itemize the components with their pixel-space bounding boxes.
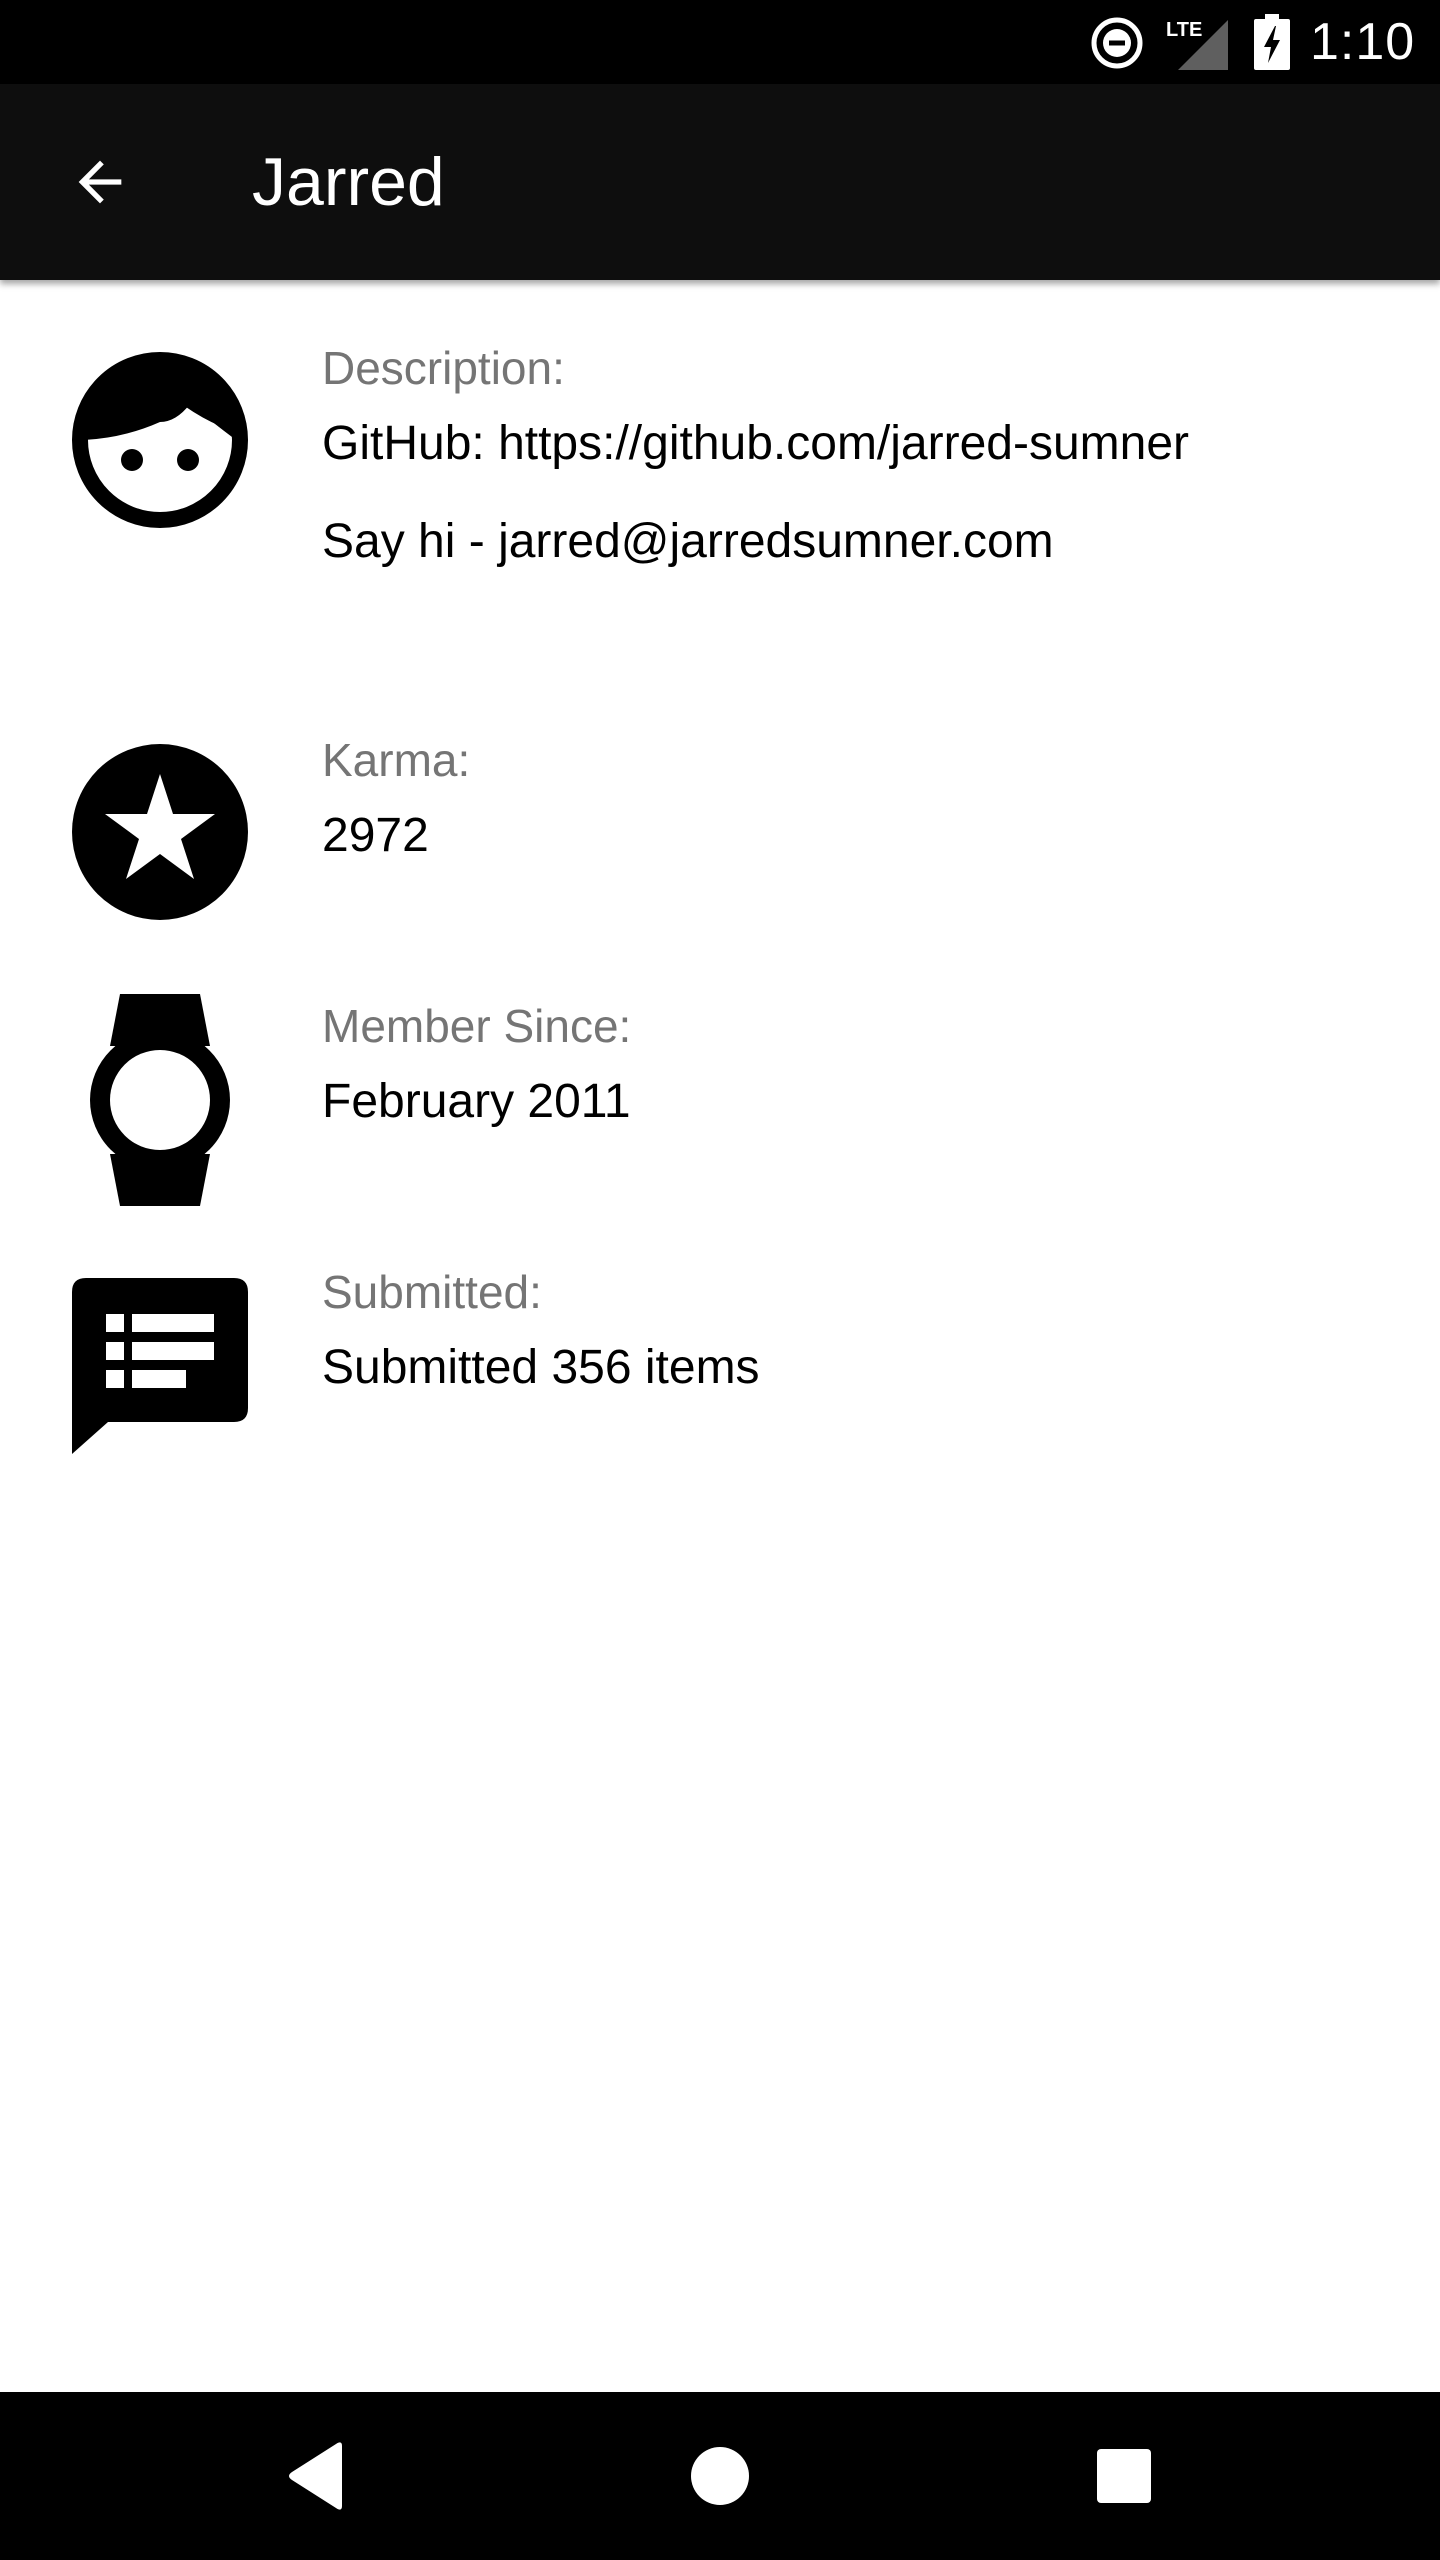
battery-charging-icon [1254,14,1290,70]
karma-label: Karma: [322,734,471,786]
app-bar: Jarred [0,84,1440,280]
nav-home-button[interactable] [670,2426,770,2526]
back-button[interactable] [50,132,150,232]
status-bar: LTE 1:10 [0,0,1440,84]
system-nav-bar [0,2392,1440,2560]
submitted-value[interactable]: Submitted 356 items [322,1338,760,1398]
submitted-row[interactable]: Submitted: Submitted 356 items [0,1264,1440,1504]
karma-value: 2972 [322,809,429,862]
description-label: Description: [322,342,565,394]
nav-recents-button[interactable] [1074,2426,1174,2526]
submitted-label: Submitted: [322,1266,542,1318]
user-profile-screen: LTE 1:10 Jarred Description: GitHub: htt… [0,0,1440,2560]
status-clock: 1:10 [1310,13,1416,71]
nav-back-icon [289,2442,342,2510]
nav-back-button[interactable] [266,2426,366,2526]
stars-icon [72,744,248,920]
page-title: Jarred [252,144,445,220]
do-not-disturb-icon [1091,17,1143,69]
description-row: Description: GitHub: https://github.com/… [0,340,1440,640]
cell-signal-icon: LTE [1166,19,1228,70]
member-since-label: Member Since: [322,1000,632,1052]
description-email-line[interactable]: Say hi - jarred@jarredsumner.com [322,512,1054,572]
member-since-value: February 2011 [322,1075,631,1128]
watch-icon [90,994,230,1206]
network-type-label: LTE [1166,19,1202,41]
feedback-list-icon [72,1278,248,1454]
nav-home-icon [691,2447,749,2505]
description-github-line[interactable]: GitHub: https://github.com/jarred-sumner [322,414,1189,474]
karma-row: Karma: 2972 [0,732,1440,932]
arrow-back-icon [78,160,122,204]
member-since-row: Member Since: February 2011 [0,994,1440,1218]
nav-recents-icon [1097,2449,1151,2503]
face-icon [72,352,248,528]
